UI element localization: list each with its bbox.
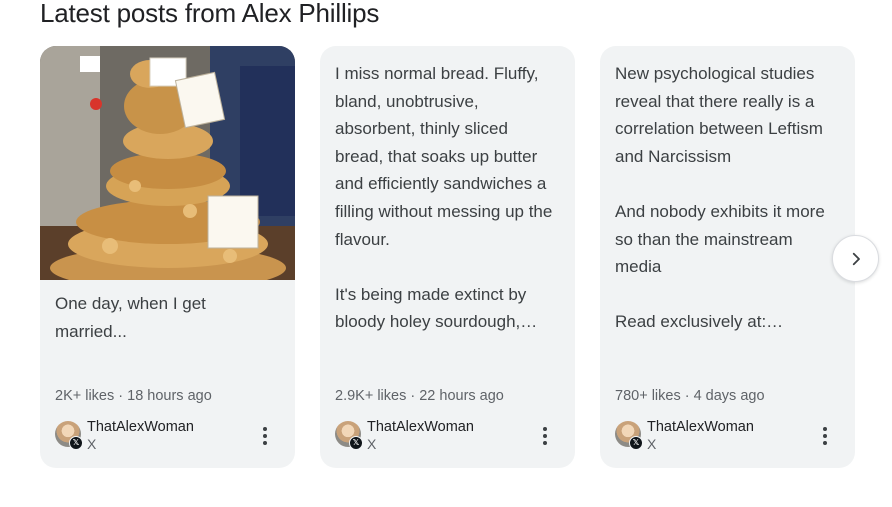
author-source: X	[647, 436, 657, 452]
author-source: X	[367, 436, 377, 452]
post-text[interactable]: One day, when I get married...	[55, 290, 287, 345]
more-vert-icon[interactable]	[815, 424, 835, 448]
post-card-2[interactable]: I miss normal bread. Fluffy, bland, unob…	[320, 46, 575, 468]
post-stats: 2K+ likes · 18 hours ago	[55, 388, 212, 404]
post-image[interactable]	[40, 46, 295, 280]
x-logo-icon: 𝕏	[349, 436, 363, 450]
next-button[interactable]	[832, 235, 879, 282]
post-stats: 780+ likes · 4 days ago	[615, 388, 765, 404]
post-author[interactable]: 𝕏 ThatAlexWoman X	[615, 418, 845, 452]
section-title: Latest posts from Alex Phillips	[40, 0, 380, 28]
post-card-1[interactable]: One day, when I get married... 2K+ likes…	[40, 46, 295, 468]
post-card-3[interactable]: New psychological studies reveal that th…	[600, 46, 855, 468]
post-stats: 2.9K+ likes · 22 hours ago	[335, 388, 504, 404]
author-source: X	[87, 436, 97, 452]
author-name: ThatAlexWoman	[367, 419, 474, 435]
post-author[interactable]: 𝕏 ThatAlexWoman X	[335, 418, 565, 452]
more-vert-icon[interactable]	[535, 424, 555, 448]
post-text[interactable]: I miss normal bread. Fluffy, bland, unob…	[335, 60, 567, 336]
x-logo-icon: 𝕏	[629, 436, 643, 450]
author-name: ThatAlexWoman	[647, 419, 754, 435]
post-author[interactable]: 𝕏 ThatAlexWoman X	[55, 418, 285, 452]
chevron-right-icon	[852, 252, 860, 265]
author-name: ThatAlexWoman	[87, 419, 194, 435]
more-vert-icon[interactable]	[255, 424, 275, 448]
x-logo-icon: 𝕏	[69, 436, 83, 450]
post-text[interactable]: New psychological studies reveal that th…	[615, 60, 847, 336]
